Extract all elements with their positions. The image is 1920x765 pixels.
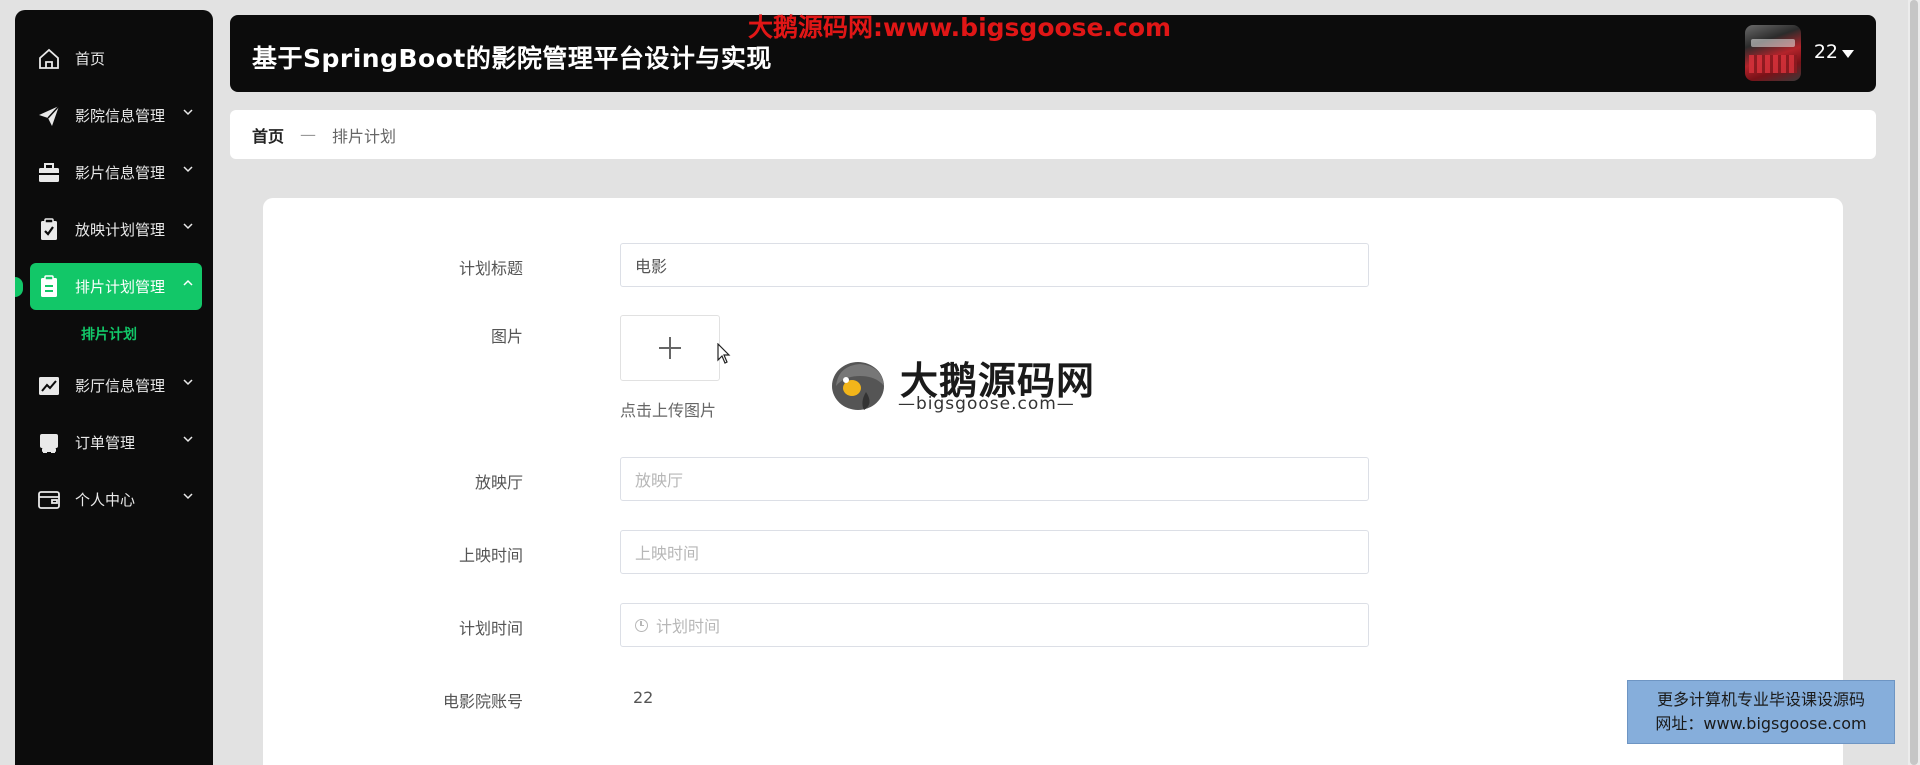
scrollbar-thumb[interactable] — [1910, 0, 1918, 765]
sidebar-item-screening-plan[interactable]: 放映计划管理 — [30, 206, 202, 253]
caret-down-icon[interactable] — [1842, 50, 1854, 58]
logo-watermark: 大鹅源码网 —bigsgoose.com— — [826, 350, 1096, 420]
chevron-up-icon — [183, 279, 193, 286]
sidebar-item-label: 订单管理 — [75, 434, 136, 452]
send-icon — [35, 102, 63, 130]
sidebar-item-schedule-plan[interactable]: 排片计划管理 — [15, 263, 202, 310]
promo-banner[interactable]: 更多计算机专业毕设课设源码 网址：www.bigsgoose.com — [1627, 680, 1895, 744]
chevron-down-icon — [183, 223, 193, 230]
plantime-placeholder: 计划时间 — [656, 617, 721, 636]
clipboard-check-icon — [35, 216, 63, 244]
sidebar-item-label: 影片信息管理 — [75, 164, 166, 182]
chevron-down-icon — [183, 493, 193, 500]
inbox-icon — [35, 429, 63, 457]
sidebar-item-home[interactable]: 首页 — [30, 35, 202, 82]
chevron-down-icon — [183, 436, 193, 443]
showtime-label: 上映时间 — [458, 546, 523, 565]
breadcrumb-separator: — — [300, 125, 317, 144]
sidebar-item-hall-info[interactable]: 影厅信息管理 — [30, 362, 202, 409]
promo-line-2: 网址：www.bigsgoose.com — [1655, 714, 1867, 733]
image-upload-button[interactable] — [620, 315, 720, 381]
submenu-item-schedule[interactable]: 排片计划 — [15, 314, 213, 354]
active-indicator — [15, 277, 23, 297]
sidebar-item-cinema-info[interactable]: 影院信息管理 — [30, 92, 202, 139]
showtime-placeholder: 上映时间 — [635, 544, 700, 563]
avatar[interactable] — [1745, 25, 1801, 81]
sidebar-item-label: 首页 — [75, 50, 106, 68]
breadcrumb-home[interactable]: 首页 — [252, 123, 284, 147]
hall-placeholder: 放映厅 — [635, 471, 684, 490]
chart-icon — [35, 372, 63, 400]
home-icon — [35, 45, 63, 73]
briefcase-icon — [35, 159, 63, 187]
clipboard-icon — [35, 273, 63, 301]
chevron-down-icon — [183, 109, 193, 116]
scrollbar[interactable] — [1908, 0, 1920, 765]
sidebar-item-orders[interactable]: 订单管理 — [30, 419, 202, 466]
app-title: 基于SpringBoot的影院管理平台设计与实现 — [252, 44, 772, 73]
hall-label: 放映厅 — [474, 473, 523, 492]
sidebar-item-label: 影厅信息管理 — [75, 377, 166, 395]
breadcrumb-current: 排片计划 — [332, 126, 397, 146]
watermark-text: 大鹅源码网:www.bigsgoose.com — [748, 13, 1172, 42]
upload-tip: 点击上传图片 — [620, 401, 717, 420]
title-input-value: 电影 — [635, 257, 668, 276]
sidebar-item-profile[interactable]: 个人中心 — [30, 476, 202, 523]
form-card: 计划标题 电影 图片 点击上传图片 放映厅 放映厅 上映时间 上映时间 计划时间… — [263, 198, 1843, 765]
user-name[interactable]: 22 — [1814, 41, 1838, 63]
title-label: 计划标题 — [458, 259, 523, 278]
image-label: 图片 — [490, 327, 523, 346]
breadcrumb: 首页 — 排片计划 — [230, 110, 1876, 159]
sidebar-item-film-info[interactable]: 影片信息管理 — [30, 149, 202, 196]
mouse-cursor-icon — [717, 343, 731, 364]
showtime-input[interactable]: 上映时间 — [620, 530, 1369, 574]
plantime-label: 计划时间 — [458, 619, 523, 638]
title-input[interactable]: 电影 — [620, 243, 1369, 287]
goose-logo-icon — [832, 362, 884, 410]
promo-line-1: 更多计算机专业毕设课设源码 — [1656, 690, 1865, 709]
plus-icon — [659, 337, 681, 359]
wallet-icon — [35, 486, 63, 514]
sidebar-item-label: 个人中心 — [75, 491, 136, 509]
sidebar-item-label: 排片计划管理 — [75, 278, 166, 296]
sidebar-item-label: 放映计划管理 — [75, 221, 166, 239]
chevron-down-icon — [183, 166, 193, 173]
account-label: 电影院账号 — [442, 692, 523, 711]
sidebar: 首页 影院信息管理 影片信息管理 放映计划管理 排片计划管理 排片计划 影厅信息… — [15, 10, 213, 765]
account-value: 22 — [633, 688, 654, 707]
chevron-down-icon — [183, 379, 193, 386]
plantime-input[interactable]: 计划时间 — [620, 603, 1369, 647]
clock-icon — [635, 618, 648, 632]
sidebar-item-label: 影院信息管理 — [75, 107, 166, 125]
logo-text-domain: —bigsgoose.com— — [898, 394, 1075, 414]
hall-input[interactable]: 放映厅 — [620, 457, 1369, 501]
